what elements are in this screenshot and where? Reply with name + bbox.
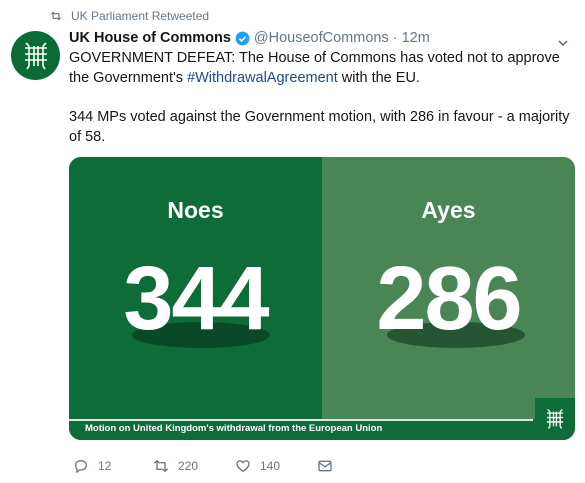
ayes-panel: Ayes 286 (322, 157, 575, 419)
tweet-paragraph-2: 344 MPs voted against the Government mot… (69, 109, 570, 145)
retweet-context-label: UK Parliament Retweeted (71, 9, 210, 23)
noes-panel: Noes 344 (69, 157, 322, 419)
reply-button[interactable]: 12 (73, 458, 153, 474)
tweet-paragraph-1: GOVERNMENT DEFEAT: The House of Commons … (69, 49, 574, 88)
direct-message-icon (318, 460, 332, 472)
noes-label: Noes (167, 197, 224, 223)
noes-count: 344 (123, 249, 269, 349)
verified-badge-icon (235, 31, 250, 45)
parliament-logo (535, 398, 575, 440)
tweet-text-part-2: with the EU. (337, 69, 420, 86)
like-count: 140 (260, 459, 281, 473)
chevron-down-icon[interactable] (557, 37, 569, 49)
card-footer-text: Motion on United Kingdom's withdrawal fr… (85, 423, 383, 434)
retweet-icon (50, 11, 62, 21)
retweet-context[interactable]: UK Parliament Retweeted (49, 9, 209, 23)
avatar-portcullis-icon (24, 41, 47, 69)
tweet-actions: 12 220 140 (73, 458, 333, 474)
like-button[interactable]: 140 (235, 458, 317, 474)
hashtag-link[interactable]: #WithdrawalAgreement (187, 70, 338, 86)
reply-count: 12 (98, 459, 112, 473)
tweet-text: GOVERNMENT DEFEAT: The House of Commons … (69, 49, 574, 147)
retweet-count: 220 (178, 459, 199, 473)
vote-result-card[interactable]: Noes 344 Ayes 286 Motion on United Kingd… (69, 157, 575, 440)
separator-dot: · (392, 30, 398, 46)
reply-icon (74, 459, 88, 474)
timestamp[interactable]: 12m (402, 30, 430, 46)
tweet-header: UK House of Commons @HouseofCommons · 12… (69, 30, 430, 46)
author-handle[interactable]: @HouseofCommons (254, 30, 389, 46)
retweet-action-icon (153, 459, 169, 473)
ayes-label: Ayes (421, 197, 476, 223)
avatar[interactable] (11, 31, 60, 80)
retweet-button[interactable]: 220 (153, 458, 235, 474)
author-name[interactable]: UK House of Commons (69, 30, 231, 46)
portcullis-logo-icon (546, 408, 564, 429)
direct-message-button[interactable] (317, 458, 333, 474)
like-icon (236, 460, 250, 473)
ayes-count: 286 (376, 249, 522, 349)
